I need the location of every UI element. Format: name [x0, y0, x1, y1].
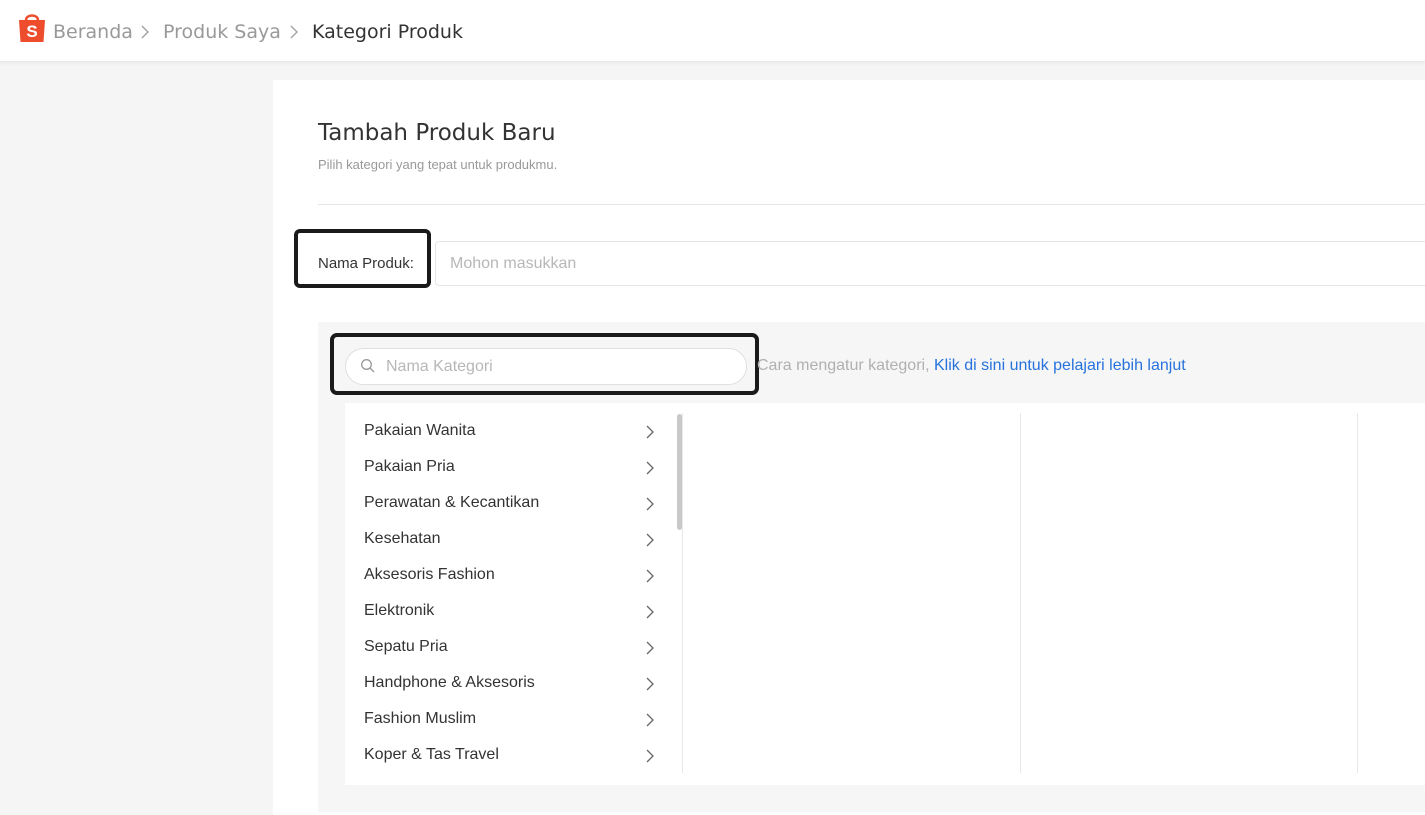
category-item-label: Sepatu Pria — [364, 638, 448, 655]
column-divider — [682, 413, 683, 773]
chevron-right-icon — [646, 641, 654, 655]
divider — [318, 204, 1425, 205]
category-item[interactable]: Pakaian Wanita — [345, 413, 675, 449]
chevron-right-icon — [646, 425, 654, 439]
top-bar: S Beranda Produk Saya Kategori Produk — [0, 0, 1425, 62]
chevron-right-icon — [141, 25, 149, 39]
chevron-right-icon — [646, 569, 654, 583]
breadcrumb-current: Kategori Produk — [312, 21, 463, 43]
category-item-label: Fashion Muslim — [364, 710, 477, 727]
category-help-text: Cara mengatur kategori, — [757, 357, 930, 374]
shopee-bag-icon[interactable]: S — [18, 11, 46, 43]
category-item[interactable]: Sepatu Pria — [345, 629, 675, 665]
category-help: Cara mengatur kategori, Klik di sini unt… — [757, 357, 1186, 375]
chevron-right-icon — [290, 25, 298, 39]
category-item[interactable]: Elektronik — [345, 593, 675, 629]
chevron-right-icon — [646, 533, 654, 547]
category-item-label: Kesehatan — [364, 530, 441, 547]
svg-text:S: S — [26, 22, 37, 41]
category-item[interactable]: Aksesoris Fashion — [345, 557, 675, 593]
category-item[interactable]: Perawatan & Kecantikan — [345, 485, 675, 521]
product-name-label: Nama Produk: — [318, 255, 414, 272]
category-item[interactable]: Kesehatan — [345, 521, 675, 557]
category-list: Pakaian Wanita Pakaian Pria Perawatan & … — [345, 413, 675, 773]
chevron-right-icon — [646, 605, 654, 619]
category-item[interactable]: Handphone & Aksesoris — [345, 665, 675, 701]
category-scrollbar[interactable] — [677, 414, 682, 530]
chevron-right-icon — [646, 749, 654, 763]
category-item-label: Pakaian Wanita — [364, 422, 476, 439]
category-item-label: Handphone & Aksesoris — [364, 674, 535, 691]
category-item[interactable]: Koper & Tas Travel — [345, 737, 675, 773]
chevron-right-icon — [646, 677, 654, 691]
category-item[interactable]: Pakaian Pria — [345, 449, 675, 485]
highlight-box — [330, 333, 759, 395]
category-item-label: Koper & Tas Travel — [364, 746, 499, 763]
column-divider — [1020, 413, 1021, 773]
category-help-link[interactable]: Klik di sini untuk pelajari lebih lanjut — [934, 357, 1186, 374]
chevron-right-icon — [646, 713, 654, 727]
product-name-input[interactable] — [435, 241, 1425, 286]
column-divider — [1357, 413, 1358, 773]
page-title: Tambah Produk Baru — [318, 120, 556, 146]
breadcrumb-my-products[interactable]: Produk Saya — [163, 20, 281, 44]
chevron-right-icon — [646, 461, 654, 475]
page-subtitle: Pilih kategori yang tepat untuk produkmu… — [318, 157, 558, 172]
category-item-label: Aksesoris Fashion — [364, 566, 495, 583]
category-item[interactable]: Fashion Muslim — [345, 701, 675, 737]
category-item-label: Pakaian Pria — [364, 458, 455, 475]
breadcrumb-home[interactable]: Beranda — [53, 20, 133, 44]
category-item-label: Perawatan & Kecantikan — [364, 494, 540, 511]
category-item-label: Elektronik — [364, 602, 435, 619]
chevron-right-icon — [646, 497, 654, 511]
